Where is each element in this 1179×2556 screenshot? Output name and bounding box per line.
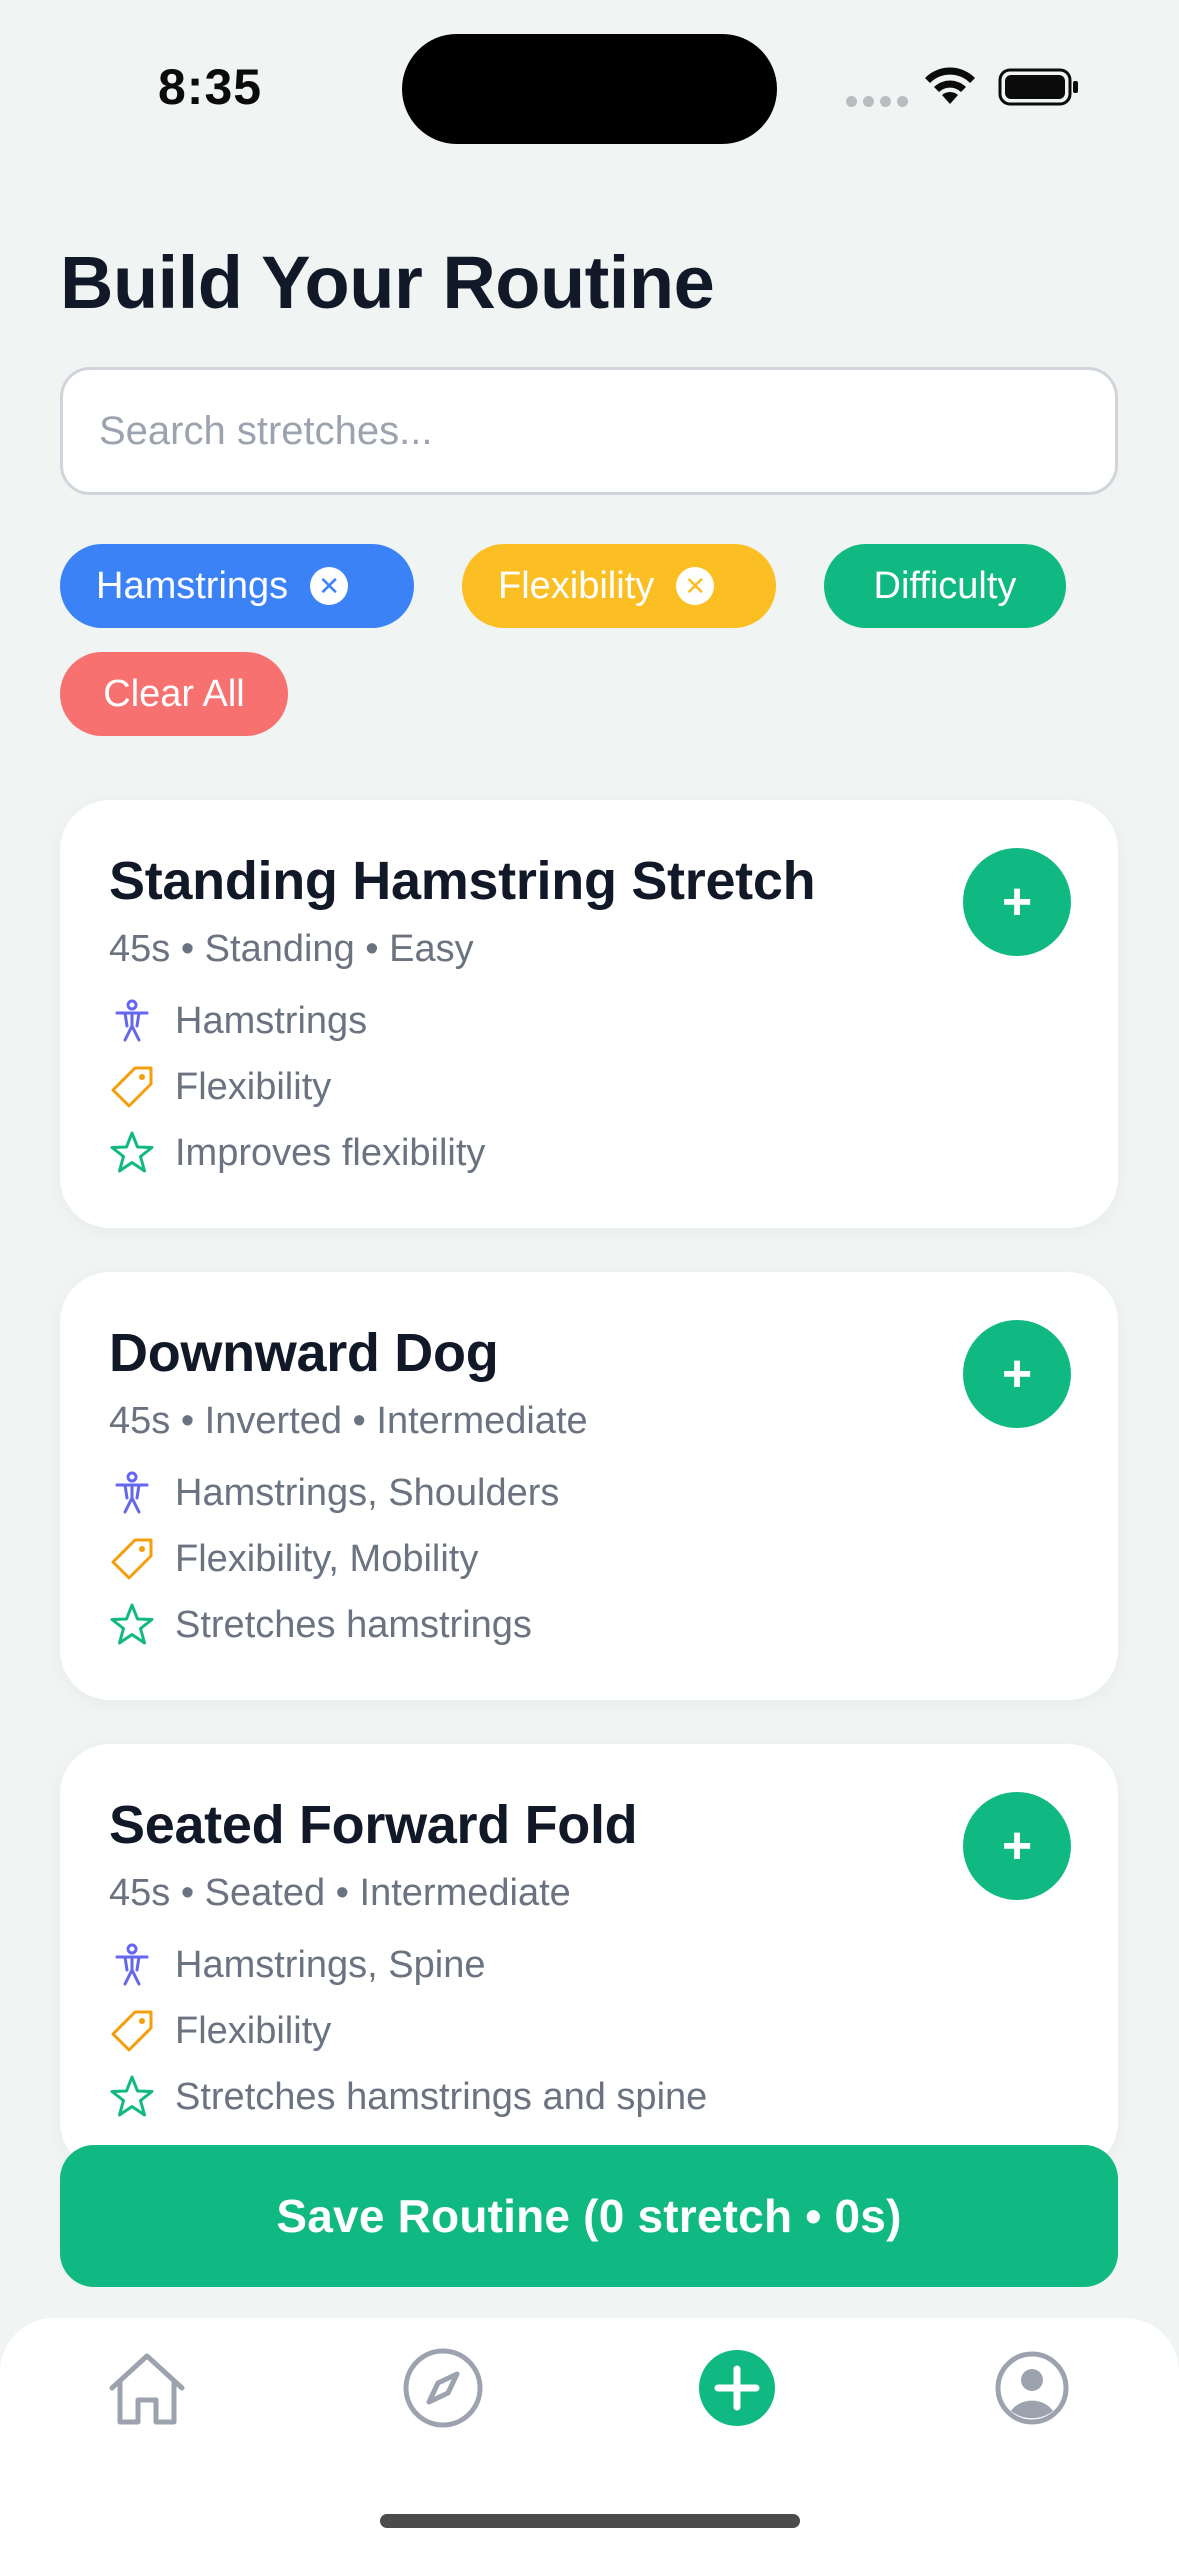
stretch-benefit: Stretches hamstrings and spine: [109, 2072, 707, 2122]
stretch-benefit-text: Stretches hamstrings and spine: [175, 2075, 708, 2118]
star-icon: [110, 1603, 154, 1645]
body-icon: [115, 1943, 149, 1986]
body-icon: [115, 999, 149, 1042]
stretch-benefit: Improves flexibility: [109, 1128, 485, 1178]
compass-icon: [403, 2348, 483, 2428]
stretch-card[interactable]: Standing Hamstring Stretch 45s • Standin…: [60, 800, 1118, 1228]
tab-home[interactable]: [97, 2338, 197, 2438]
search-input[interactable]: [60, 367, 1118, 495]
tab-explore[interactable]: [393, 2338, 493, 2438]
plus-circle-icon: [699, 2350, 775, 2426]
stretch-tags: Flexibility: [109, 1062, 331, 1112]
status-bar: 8:35: [0, 0, 1179, 170]
tab-profile[interactable]: [982, 2338, 1082, 2438]
dynamic-island: [402, 34, 777, 144]
profile-icon: [995, 2351, 1069, 2425]
filter-chip-label: Flexibility: [498, 564, 655, 607]
stretch-benefit-text: Stretches hamstrings: [175, 1603, 532, 1646]
filter-chip-label: Hamstrings: [96, 564, 289, 607]
wifi-icon: [925, 67, 975, 104]
routine-builder-screen: 8:35 Build Your Routine Hamstrings ✕ Fle…: [0, 0, 1179, 2556]
stretch-title: Standing Hamstring Stretch: [109, 851, 816, 911]
filter-chip-difficulty[interactable]: Difficulty: [824, 544, 1066, 628]
stretch-muscles: Hamstrings, Spine: [109, 1940, 485, 1990]
add-stretch-button[interactable]: +: [963, 1320, 1071, 1428]
clear-all-button[interactable]: Clear All: [60, 652, 288, 736]
stretch-muscles-text: Hamstrings, Shoulders: [175, 1471, 560, 1514]
stretch-card[interactable]: Seated Forward Fold 45s • Seated • Inter…: [60, 1744, 1118, 2172]
stretch-meta: 45s • Standing • Easy: [109, 928, 474, 970]
cellular-signal-icon: [846, 96, 908, 107]
star-icon: [110, 2075, 154, 2117]
filter-chip-hamstrings[interactable]: Hamstrings ✕: [60, 544, 414, 628]
page-title: Build Your Routine: [60, 241, 715, 324]
stretch-benefit-text: Improves flexibility: [175, 1131, 486, 1174]
battery-icon: [998, 68, 1078, 106]
status-time: 8:35: [158, 59, 263, 115]
stretch-tags-text: Flexibility, Mobility: [175, 1537, 479, 1580]
add-stretch-button[interactable]: +: [963, 848, 1071, 956]
stretch-meta: 45s • Inverted • Intermediate: [109, 1400, 588, 1442]
stretch-card[interactable]: Downward Dog 45s • Inverted • Intermedia…: [60, 1272, 1118, 1700]
tag-icon: [111, 1538, 153, 1580]
save-routine-button[interactable]: Save Routine (0 stretch • 0s): [60, 2145, 1118, 2287]
stretch-tags-text: Flexibility: [175, 1065, 332, 1108]
stretch-tags: Flexibility, Mobility: [109, 1534, 478, 1584]
filter-chip-flexibility[interactable]: Flexibility ✕: [462, 544, 776, 628]
tag-icon: [111, 1066, 153, 1108]
save-routine-label: Save Routine (0 stretch • 0s): [276, 2190, 902, 2242]
stretch-tags-text: Flexibility: [175, 2009, 332, 2052]
clear-all-label: Clear All: [103, 672, 245, 715]
stretch-muscles: Hamstrings, Shoulders: [109, 1468, 559, 1518]
stretch-tags: Flexibility: [109, 2006, 331, 2056]
home-icon: [109, 2353, 185, 2425]
filter-chip-label: Difficulty: [873, 564, 1017, 607]
tag-icon: [111, 2010, 153, 2052]
stretch-title: Downward Dog: [109, 1323, 499, 1383]
body-icon: [115, 1471, 149, 1514]
stretch-muscles-text: Hamstrings: [175, 999, 368, 1042]
stretch-benefit: Stretches hamstrings: [109, 1600, 532, 1650]
close-icon[interactable]: ✕: [676, 567, 715, 605]
stretch-muscles-text: Hamstrings, Spine: [175, 1943, 486, 1986]
close-icon[interactable]: ✕: [310, 567, 349, 605]
home-indicator: [380, 2514, 800, 2528]
stretch-title: Seated Forward Fold: [109, 1795, 638, 1855]
stretch-meta: 45s • Seated • Intermediate: [109, 1872, 571, 1914]
tab-create[interactable]: [687, 2338, 787, 2438]
stretch-muscles: Hamstrings: [109, 996, 367, 1046]
add-stretch-button[interactable]: +: [963, 1792, 1071, 1900]
star-icon: [110, 1131, 154, 1173]
